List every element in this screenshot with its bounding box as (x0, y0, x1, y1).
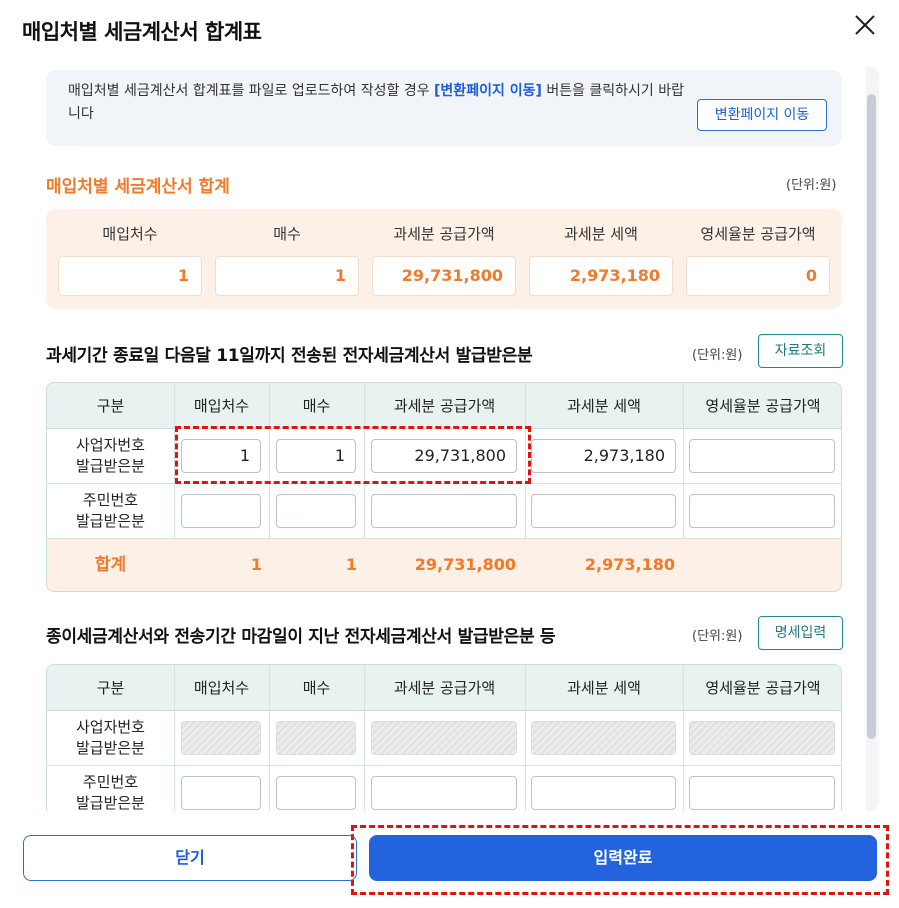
sheet-count-input-disabled (276, 721, 356, 755)
purchaser-count-input[interactable] (181, 494, 261, 528)
summary-box: 매입처수 매수 과세분 공급가액 과세분 세액 영세율분 공급가액 1 1 29… (46, 209, 842, 309)
summary-value: 0 (686, 256, 830, 296)
column-header: 구분 (96, 397, 125, 415)
section2-title: 종이세금계산서와 전송기간 마감일이 지난 전자세금계산서 발급받은분 등 (46, 627, 556, 647)
highlight-box (175, 426, 531, 484)
dialog: 매입처별 세금계산서 합계표 매입처별 세금계산서 합계표를 파일로 업로드하여… (0, 0, 899, 908)
sheet-count-input[interactable] (276, 776, 356, 810)
summary-header: 과세분 세액 (564, 225, 638, 243)
summary-header: 매수 (273, 225, 301, 243)
taxable-supply-input-disabled (371, 721, 517, 755)
total-row: 합계 1 1 29,731,800 2,973,180 (47, 539, 841, 591)
summary-title: 매입처별 세금계산서 합계 (46, 177, 230, 197)
column-header: 구분 (96, 679, 125, 697)
column-header: 과세분 공급가액 (393, 397, 496, 415)
table-row: 주민번호 발급받은분 (47, 484, 841, 539)
summary-value: 1 (215, 256, 359, 296)
summary-value: 2,973,180 (529, 256, 673, 296)
total-value: 2,973,180 (584, 555, 675, 574)
column-header: 매수 (302, 679, 331, 697)
column-header: 과세분 세액 (567, 397, 641, 415)
column-header: 매입처수 (193, 679, 250, 697)
detail-input-button[interactable]: 명세입력 (758, 616, 843, 650)
column-header: 영세율분 공급가액 (705, 397, 821, 415)
notice-box: 매입처별 세금계산서 합계표를 파일로 업로드하여 작성할 경우 [변환페이지 … (46, 70, 842, 146)
total-value: 1 (345, 555, 357, 574)
scrollbar-thumb[interactable] (867, 94, 876, 739)
zero-rate-supply-input[interactable] (689, 494, 835, 528)
highlight-box (351, 825, 889, 895)
summary-value: 29,731,800 (372, 256, 516, 296)
table-row: 사업자번호 발급받은분 (47, 711, 841, 766)
zero-rate-supply-input-disabled (689, 721, 835, 755)
table-header: 구분 매입처수 매수 과세분 공급가액 과세분 세액 영세율분 공급가액 (47, 665, 841, 711)
total-value: 29,731,800 (414, 555, 516, 574)
zero-rate-supply-input[interactable] (689, 439, 835, 473)
summary-header: 과세분 공급가액 (393, 225, 495, 243)
notice-text: 매입처별 세금계산서 합계표를 파일로 업로드하여 작성할 경우 [변환페이지 … (68, 83, 685, 122)
close-button[interactable]: 닫기 (23, 835, 357, 881)
section1-title: 과세기간 종료일 다음달 11일까지 전송된 전자세금계산서 발급받은분 (46, 346, 533, 366)
table-header: 구분 매입처수 매수 과세분 공급가액 과세분 세액 영세율분 공급가액 (47, 383, 841, 429)
convert-page-button[interactable]: 변환페이지 이동 (697, 99, 827, 131)
taxable-tax-input[interactable] (531, 776, 676, 810)
notice-highlight: [변환페이지 이동] (434, 83, 542, 99)
data-lookup-button[interactable]: 자료조회 (758, 334, 843, 368)
section2-table: 구분 매입처수 매수 과세분 공급가액 과세분 세액 영세율분 공급가액 사업자… (46, 664, 842, 811)
close-icon[interactable] (852, 12, 884, 40)
summary-value: 1 (58, 256, 202, 296)
section1-table: 구분 매입처수 매수 과세분 공급가액 과세분 세액 영세율분 공급가액 사업자… (46, 382, 842, 592)
column-header: 매입처수 (193, 397, 250, 415)
column-header: 과세분 공급가액 (393, 679, 496, 697)
column-header: 영세율분 공급가액 (705, 679, 821, 697)
summary-header: 매입처수 (102, 225, 158, 243)
zero-rate-supply-input[interactable] (689, 776, 835, 810)
taxable-tax-input[interactable]: 2,973,180 (531, 439, 676, 473)
taxable-tax-input-disabled (531, 721, 676, 755)
purchaser-count-input[interactable] (181, 776, 261, 810)
dialog-title: 매입처별 세금계산서 합계표 (22, 20, 262, 44)
total-value: 1 (250, 555, 262, 574)
taxable-tax-input[interactable] (531, 494, 676, 528)
total-label: 합계 (94, 555, 127, 575)
section2-unit: (단위:원) (692, 629, 743, 644)
purchaser-count-input-disabled (181, 721, 261, 755)
row-label: 사업자번호 발급받은분 (75, 718, 145, 757)
summary-unit: (단위:원) (786, 178, 837, 193)
taxable-supply-input[interactable] (371, 494, 517, 528)
section1-unit: (단위:원) (692, 348, 743, 363)
row-label: 주민번호 발급받은분 (75, 773, 145, 811)
summary-header: 영세율분 공급가액 (700, 225, 816, 243)
row-label: 사업자번호 발급받은분 (75, 436, 145, 475)
table-row: 주민번호 발급받은분 (47, 766, 841, 811)
taxable-supply-input[interactable] (371, 776, 517, 810)
row-label: 주민번호 발급받은분 (75, 491, 145, 530)
column-header: 매수 (302, 397, 331, 415)
sheet-count-input[interactable] (276, 494, 356, 528)
column-header: 과세분 세액 (567, 679, 641, 697)
